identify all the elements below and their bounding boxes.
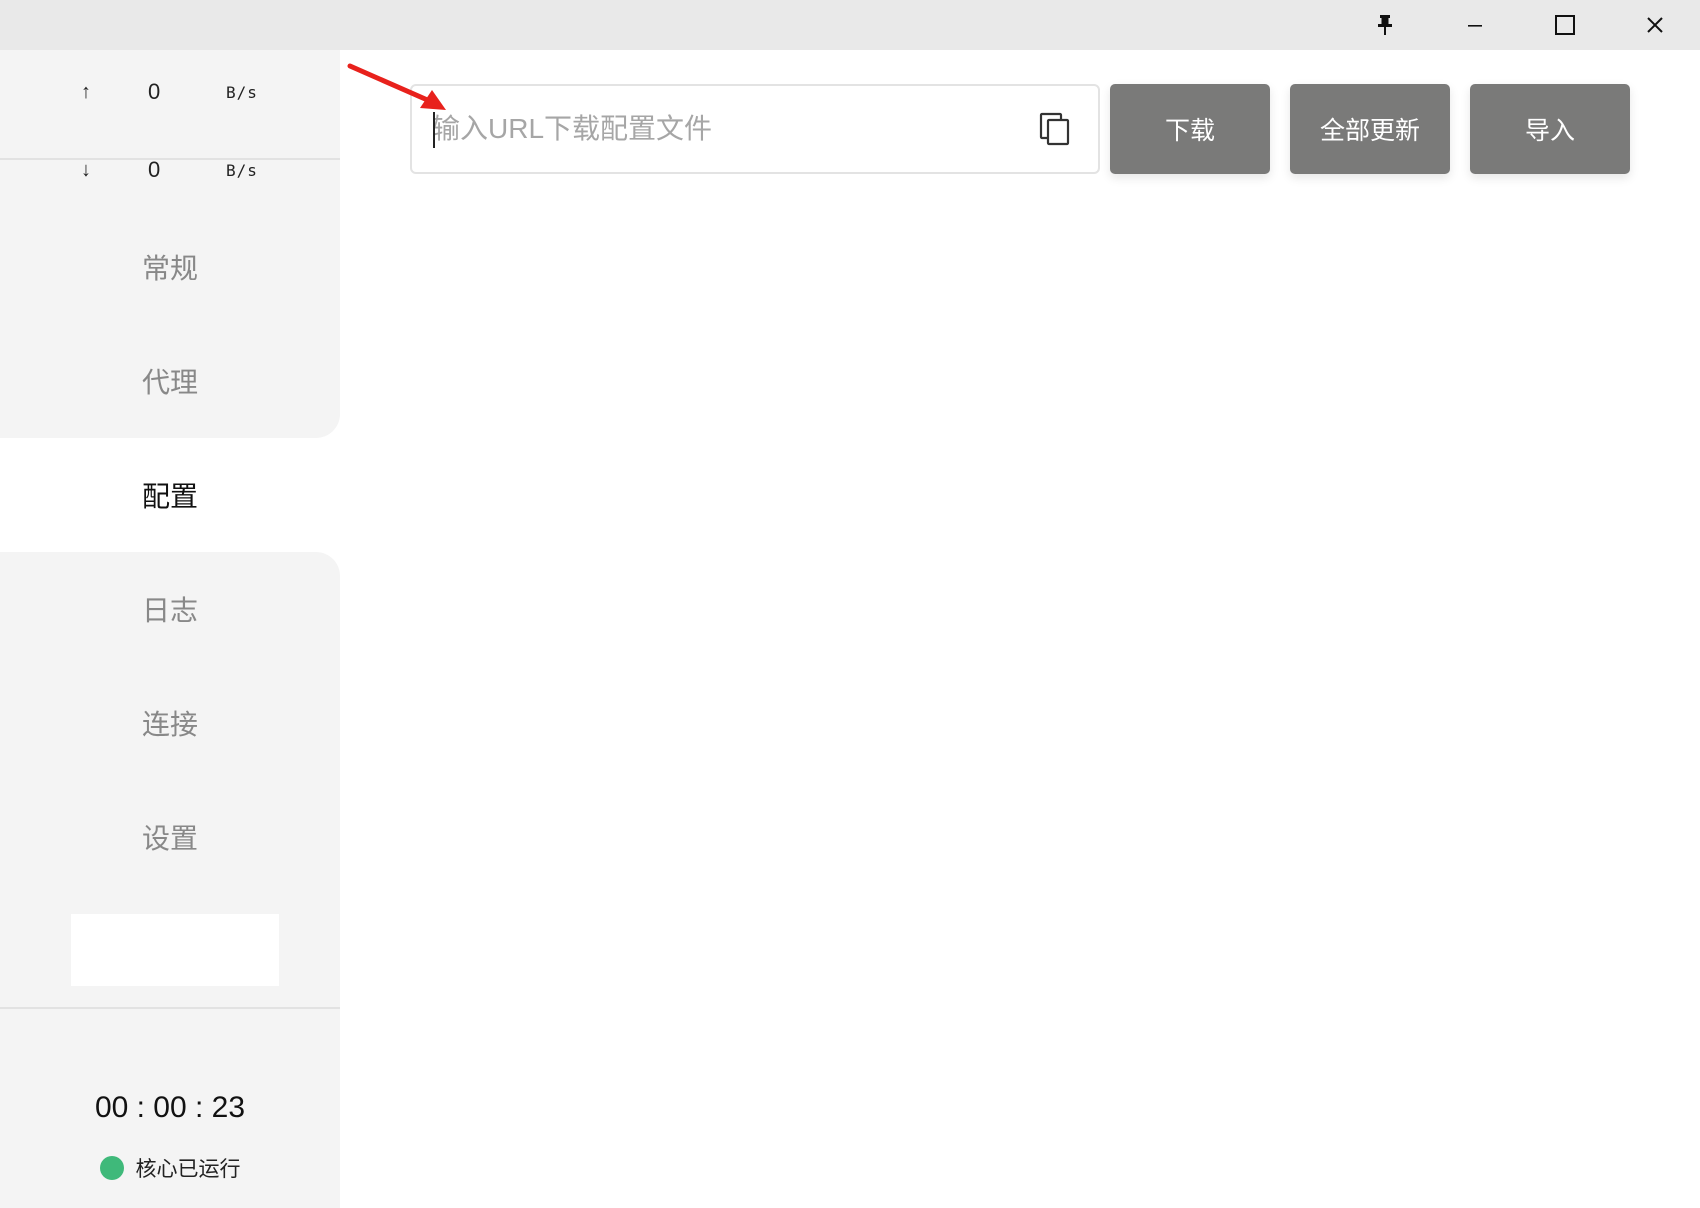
sidebar-item-label: 设置 xyxy=(141,823,198,854)
title-bar xyxy=(0,0,1700,50)
main-panel: 下载 全部更新 导入 xyxy=(340,50,1700,1208)
divider xyxy=(0,1007,340,1009)
upload-arrow-icon: ↑ xyxy=(81,81,91,103)
sidebar-item-label: 连接 xyxy=(141,709,198,740)
sidebar-item-connections[interactable]: 连接 xyxy=(0,666,340,780)
upload-speed-value: 0 xyxy=(148,79,161,104)
core-status: 核心已运行 xyxy=(0,1148,340,1188)
blank-panel xyxy=(71,914,279,986)
sidebar-item-proxy[interactable]: 代理 xyxy=(0,324,340,438)
minimize-icon[interactable] xyxy=(1430,0,1520,50)
sidebar-item-label: 代理 xyxy=(141,367,198,398)
maximize-icon[interactable] xyxy=(1520,0,1610,50)
url-field xyxy=(410,84,1100,174)
download-speed-value: 0 xyxy=(148,157,161,182)
close-icon[interactable] xyxy=(1610,0,1700,50)
upload-speed-unit: B/s xyxy=(226,83,258,102)
traffic-monitor: ↑ 0 B/s ↓ 0 B/s xyxy=(0,50,340,208)
status-dot-icon xyxy=(99,1156,124,1180)
annotation-arrow-icon xyxy=(347,63,446,110)
download-arrow-icon: ↓ xyxy=(81,159,91,181)
sidebar-item-settings[interactable]: 设置 xyxy=(0,780,340,894)
sidebar-item-general[interactable]: 常规 xyxy=(0,210,340,324)
sidebar-item-profiles[interactable]: 配置 xyxy=(0,438,340,552)
sidebar-nav: 常规 代理 配置 日志 连接 设置 xyxy=(0,210,340,894)
import-button[interactable]: 导入 xyxy=(1470,84,1630,174)
paste-icon[interactable] xyxy=(1038,111,1074,147)
sidebar: ↑ 0 B/s ↓ 0 B/s 常规 代理 配置 日志 连接 设置 0 0: 0… xyxy=(0,50,340,1208)
pin-icon[interactable] xyxy=(1340,0,1430,50)
download-speed-row: ↓ 0 B/s xyxy=(0,150,340,190)
sidebar-item-logs[interactable]: 日志 xyxy=(0,552,340,666)
upload-speed-row: ↑ 0 B/s xyxy=(0,72,340,112)
url-input[interactable] xyxy=(432,86,1022,172)
sidebar-item-label: 日志 xyxy=(141,595,198,626)
uptime-timer: 00 : 00 : 23 xyxy=(94,1091,246,1124)
update-all-button[interactable]: 全部更新 xyxy=(1290,84,1450,174)
sidebar-item-label: 配置 xyxy=(141,481,198,512)
sidebar-item-label: 常规 xyxy=(141,253,198,284)
download-button[interactable]: 下载 xyxy=(1110,84,1270,174)
core-status-label: 核心已运行 xyxy=(135,1158,241,1181)
download-speed-unit: B/s xyxy=(226,161,258,180)
